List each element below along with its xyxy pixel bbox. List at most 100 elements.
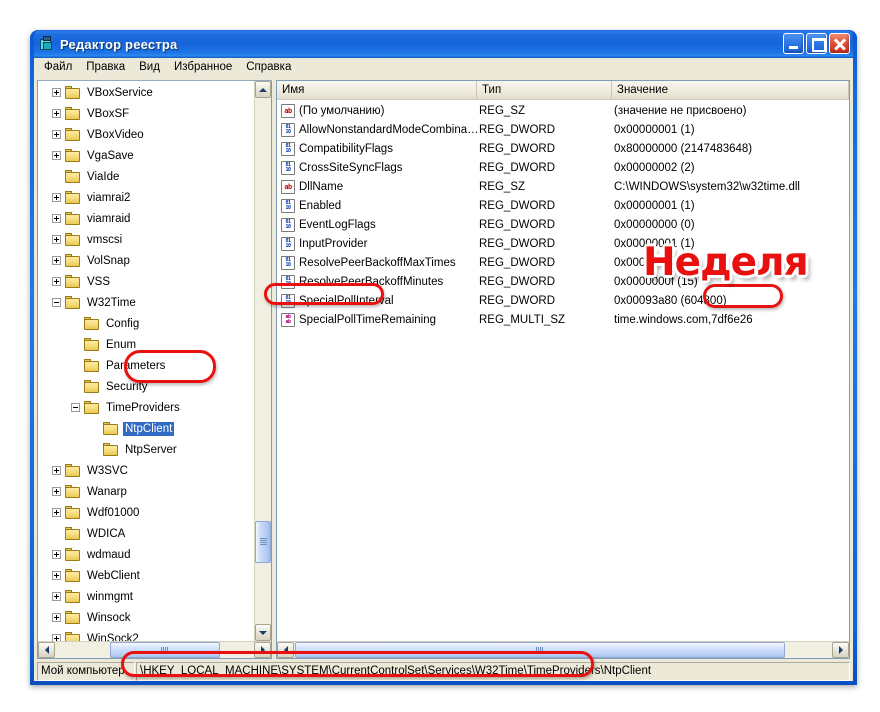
list-body[interactable]: ab (По умолчанию) REG_SZ (значение не присв… [277, 100, 849, 641]
menu-item-help[interactable]: Справка [239, 59, 298, 77]
tree-node-vboxservice[interactable]: VBoxService [38, 82, 254, 103]
list-hscroll-thumb[interactable] [295, 642, 785, 658]
value-name-cell: 01 10 EventLogFlags [277, 217, 477, 232]
expand-plus-icon[interactable] [52, 109, 61, 118]
expand-plus-icon[interactable] [52, 592, 61, 601]
expand-plus-icon[interactable] [52, 571, 61, 580]
expand-plus-icon[interactable] [52, 550, 61, 559]
expand-plus-icon[interactable] [52, 256, 61, 265]
collapse-minus-icon[interactable] [71, 403, 80, 412]
tree-node-winsock[interactable]: Winsock [38, 607, 254, 628]
minimize-button[interactable] [783, 33, 804, 54]
expand-plus-icon[interactable] [52, 151, 61, 160]
table-row[interactable]: 01 10 EventLogFlags REG_DWORD 0x00000000 (0) [277, 215, 849, 234]
menu-item-file[interactable]: Файл [37, 59, 79, 77]
folder-icon [103, 443, 119, 456]
table-row[interactable]: ab DllName REG_SZ C:\WINDOWS\system32\w32ti… [277, 177, 849, 196]
expand-plus-icon[interactable] [52, 277, 61, 286]
table-row[interactable]: ab ab SpecialPollTimeRemaining REG_MULTI_SZ… [277, 310, 849, 329]
tree-hscroll-thumb[interactable] [110, 642, 220, 658]
tree-node-w3svc[interactable]: W3SVC [38, 460, 254, 481]
tree-node-wdica[interactable]: WDICA [38, 523, 254, 544]
tree-horizontal-scrollbar[interactable] [38, 641, 271, 658]
tree-node-parameters[interactable]: Parameters [38, 355, 254, 376]
expand-plus-icon[interactable] [52, 613, 61, 622]
tree-node-webclient[interactable]: WebClient [38, 565, 254, 586]
tree-node-vboxsf[interactable]: VBoxSF [38, 103, 254, 124]
tree-node-vmscsi[interactable]: vmscsi [38, 229, 254, 250]
menu-item-favorites[interactable]: Избранное [167, 59, 239, 77]
column-header-name[interactable]: Имя [277, 81, 477, 99]
tree-node-enum[interactable]: Enum [38, 334, 254, 355]
expand-plus-icon[interactable] [52, 235, 61, 244]
expand-plus-icon[interactable] [52, 634, 61, 641]
tree-scroll-thumb[interactable] [255, 521, 271, 563]
table-row[interactable]: 01 10 InputProvider REG_DWORD 0x00000001 (1) [277, 234, 849, 253]
expand-plus-icon[interactable] [52, 487, 61, 496]
tree-node-volsnap[interactable]: VolSnap [38, 250, 254, 271]
tree-vertical-scrollbar[interactable] [254, 81, 271, 641]
tree-node-viamrai2[interactable]: viamrai2 [38, 187, 254, 208]
registry-tree[interactable]: VBoxService VBoxSF VBoxVideo VgaSave ViaIde v… [38, 81, 254, 641]
column-header-value[interactable]: Значение [612, 81, 849, 99]
value-data: 0x00000007 (7) [614, 256, 695, 269]
tree-scroll-right-button[interactable] [254, 642, 271, 658]
registry-editor-window[interactable]: Редактор реестра Файл Правка Вид Избранн… [30, 30, 857, 685]
table-row[interactable]: 01 10 CompatibilityFlags REG_DWORD 0x8000000… [277, 139, 849, 158]
tree-scroll-left-button[interactable] [38, 642, 55, 658]
tree-node-viamraid[interactable]: viamraid [38, 208, 254, 229]
menu-item-view[interactable]: Вид [132, 59, 167, 77]
title-bar[interactable]: Редактор реестра [34, 30, 853, 58]
expand-plus-icon[interactable] [52, 214, 61, 223]
tree-node-winsock2[interactable]: WinSock2 [38, 628, 254, 641]
tree-node-vgasave[interactable]: VgaSave [38, 145, 254, 166]
expand-plus-icon[interactable] [52, 466, 61, 475]
tree-scroll-down-button[interactable] [255, 624, 271, 641]
table-row[interactable]: 01 10 SpecialPollInterval REG_DWORD 0x00093a… [277, 291, 849, 310]
tree-node-security[interactable]: Security [38, 376, 254, 397]
registry-values-pane[interactable]: Имя Тип Значение ab (По умолчанию) REG_SZ (… [276, 80, 850, 659]
tree-node-viaide[interactable]: ViaIde [38, 166, 254, 187]
expand-plus-icon[interactable] [52, 508, 61, 517]
collapse-minus-icon[interactable] [52, 298, 61, 307]
table-row[interactable]: 01 10 Enabled REG_DWORD 0x00000001 (1) [277, 196, 849, 215]
tree-node-wdmaud[interactable]: wdmaud [38, 544, 254, 565]
registry-tree-pane[interactable]: VBoxService VBoxSF VBoxVideo VgaSave ViaIde v… [37, 80, 272, 659]
table-row[interactable]: 01 10 CrossSiteSyncFlags REG_DWORD 0x0000000… [277, 158, 849, 177]
expand-plus-icon[interactable] [52, 130, 61, 139]
tree-node-winmgmt[interactable]: winmgmt [38, 586, 254, 607]
maximize-button[interactable] [806, 33, 827, 54]
tree-node-timeproviders[interactable]: TimeProviders [38, 397, 254, 418]
list-horizontal-scrollbar[interactable] [277, 641, 849, 658]
tree-node-wanarp[interactable]: Wanarp [38, 481, 254, 502]
close-button[interactable] [829, 33, 850, 54]
tree-node-vss[interactable]: VSS [38, 271, 254, 292]
table-row[interactable]: 01 10 AllowNonstandardModeCombina… REG_DWOR… [277, 120, 849, 139]
column-header-type[interactable]: Тип [477, 81, 612, 99]
list-scroll-left-button[interactable] [277, 642, 294, 658]
table-row[interactable]: 01 10 ResolvePeerBackoffMaxTimes REG_DWORD 0… [277, 253, 849, 272]
tree-scroll-up-button[interactable] [255, 81, 271, 98]
menu-item-edit[interactable]: Правка [79, 59, 132, 77]
tree-node-w32time[interactable]: W32Time [38, 292, 254, 313]
tree-node-vboxvideo[interactable]: VBoxVideo [38, 124, 254, 145]
tree-node-ntpclient[interactable]: NtpClient [38, 418, 254, 439]
folder-icon [84, 338, 100, 351]
tree-node-wdf01000[interactable]: Wdf01000 [38, 502, 254, 523]
table-row[interactable]: 01 10 ResolvePeerBackoffMinutes REG_DWORD 0x… [277, 272, 849, 291]
table-row[interactable]: ab (По умолчанию) REG_SZ (значение не присв… [277, 101, 849, 120]
list-scroll-right-button[interactable] [832, 642, 849, 658]
value-data: 0x00000000 (0) [614, 218, 695, 231]
tree-node-ntpserver[interactable]: NtpServer [38, 439, 254, 460]
tree-node-config[interactable]: Config [38, 313, 254, 334]
tree-node-label: viamrai2 [87, 191, 131, 204]
expand-plus-icon[interactable] [52, 193, 61, 202]
expand-plus-icon[interactable] [52, 88, 61, 97]
